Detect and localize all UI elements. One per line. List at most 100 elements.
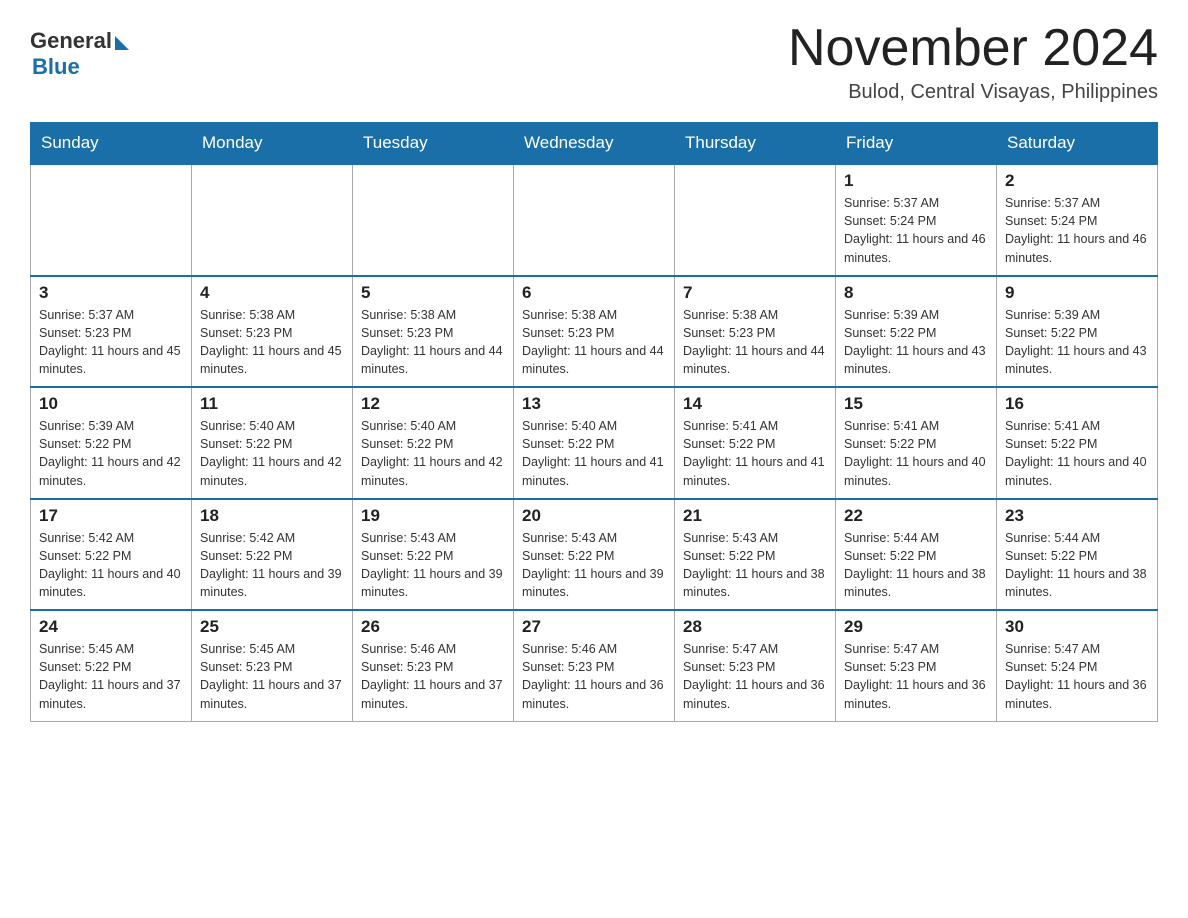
- day-info: Sunrise: 5:38 AMSunset: 5:23 PMDaylight:…: [361, 306, 505, 379]
- calendar-header-row: SundayMondayTuesdayWednesdayThursdayFrid…: [31, 123, 1158, 165]
- calendar-week-row: 24 Sunrise: 5:45 AMSunset: 5:22 PMDayligh…: [31, 610, 1158, 721]
- calendar-cell: [514, 164, 675, 276]
- calendar-cell: 17 Sunrise: 5:42 AMSunset: 5:22 PMDayligh…: [31, 499, 192, 611]
- calendar-cell: 3 Sunrise: 5:37 AMSunset: 5:23 PMDaylight…: [31, 276, 192, 388]
- day-number: 13: [522, 394, 666, 414]
- calendar-cell: [675, 164, 836, 276]
- calendar-cell: 8 Sunrise: 5:39 AMSunset: 5:22 PMDaylight…: [836, 276, 997, 388]
- day-info: Sunrise: 5:45 AMSunset: 5:22 PMDaylight:…: [39, 640, 183, 713]
- day-info: Sunrise: 5:46 AMSunset: 5:23 PMDaylight:…: [361, 640, 505, 713]
- day-info: Sunrise: 5:38 AMSunset: 5:23 PMDaylight:…: [200, 306, 344, 379]
- calendar-cell: 21 Sunrise: 5:43 AMSunset: 5:22 PMDayligh…: [675, 499, 836, 611]
- day-info: Sunrise: 5:47 AMSunset: 5:24 PMDaylight:…: [1005, 640, 1149, 713]
- weekday-header-sunday: Sunday: [31, 123, 192, 165]
- day-number: 8: [844, 283, 988, 303]
- weekday-header-monday: Monday: [192, 123, 353, 165]
- calendar-week-row: 1Sunrise: 5:37 AMSunset: 5:24 PMDaylight…: [31, 164, 1158, 276]
- day-number: 28: [683, 617, 827, 637]
- day-number: 5: [361, 283, 505, 303]
- calendar-week-row: 17 Sunrise: 5:42 AMSunset: 5:22 PMDayligh…: [31, 499, 1158, 611]
- day-info: Sunrise: 5:37 AMSunset: 5:23 PMDaylight:…: [39, 306, 183, 379]
- day-number: 30: [1005, 617, 1149, 637]
- calendar-table: SundayMondayTuesdayWednesdayThursdayFrid…: [30, 122, 1158, 722]
- calendar-cell: 23Sunrise: 5:44 AMSunset: 5:22 PMDayligh…: [997, 499, 1158, 611]
- day-number: 20: [522, 506, 666, 526]
- day-info: Sunrise: 5:43 AMSunset: 5:22 PMDaylight:…: [522, 529, 666, 602]
- day-info: Sunrise: 5:42 AMSunset: 5:22 PMDaylight:…: [200, 529, 344, 602]
- calendar-cell: 15 Sunrise: 5:41 AMSunset: 5:22 PMDayligh…: [836, 387, 997, 499]
- day-number: 9: [1005, 283, 1149, 303]
- weekday-header-friday: Friday: [836, 123, 997, 165]
- day-number: 18: [200, 506, 344, 526]
- calendar-cell: 22 Sunrise: 5:44 AMSunset: 5:22 PMDayligh…: [836, 499, 997, 611]
- day-number: 14: [683, 394, 827, 414]
- day-info: Sunrise: 5:43 AMSunset: 5:22 PMDaylight:…: [683, 529, 827, 602]
- calendar-cell: 24 Sunrise: 5:45 AMSunset: 5:22 PMDayligh…: [31, 610, 192, 721]
- day-info: Sunrise: 5:40 AMSunset: 5:22 PMDaylight:…: [361, 417, 505, 490]
- day-number: 6: [522, 283, 666, 303]
- calendar-cell: 28 Sunrise: 5:47 AMSunset: 5:23 PMDayligh…: [675, 610, 836, 721]
- logo-triangle-icon: [115, 36, 129, 50]
- weekday-header-thursday: Thursday: [675, 123, 836, 165]
- day-number: 7: [683, 283, 827, 303]
- calendar-cell: [192, 164, 353, 276]
- day-number: 4: [200, 283, 344, 303]
- calendar-cell: 19Sunrise: 5:43 AMSunset: 5:22 PMDayligh…: [353, 499, 514, 611]
- logo: General Blue: [30, 28, 129, 80]
- day-number: 27: [522, 617, 666, 637]
- calendar-cell: 11Sunrise: 5:40 AMSunset: 5:22 PMDayligh…: [192, 387, 353, 499]
- day-info: Sunrise: 5:37 AMSunset: 5:24 PMDaylight:…: [844, 194, 988, 267]
- title-section: November 2024 Bulod, Central Visayas, Ph…: [788, 20, 1158, 104]
- calendar-cell: [31, 164, 192, 276]
- weekday-header-saturday: Saturday: [997, 123, 1158, 165]
- calendar-cell: 25 Sunrise: 5:45 AMSunset: 5:23 PMDayligh…: [192, 610, 353, 721]
- location-title: Bulod, Central Visayas, Philippines: [788, 81, 1158, 104]
- calendar-cell: 18 Sunrise: 5:42 AMSunset: 5:22 PMDayligh…: [192, 499, 353, 611]
- day-info: Sunrise: 5:37 AMSunset: 5:24 PMDaylight:…: [1005, 194, 1149, 267]
- calendar-cell: 1Sunrise: 5:37 AMSunset: 5:24 PMDaylight…: [836, 164, 997, 276]
- calendar-cell: 16Sunrise: 5:41 AMSunset: 5:22 PMDayligh…: [997, 387, 1158, 499]
- page-header: General Blue November 2024 Bulod, Centra…: [30, 20, 1158, 104]
- day-number: 3: [39, 283, 183, 303]
- day-number: 15: [844, 394, 988, 414]
- day-info: Sunrise: 5:40 AMSunset: 5:22 PMDaylight:…: [200, 417, 344, 490]
- calendar-cell: 13 Sunrise: 5:40 AMSunset: 5:22 PMDayligh…: [514, 387, 675, 499]
- calendar-cell: 2 Sunrise: 5:37 AMSunset: 5:24 PMDaylight…: [997, 164, 1158, 276]
- day-number: 24: [39, 617, 183, 637]
- day-info: Sunrise: 5:46 AMSunset: 5:23 PMDaylight:…: [522, 640, 666, 713]
- calendar-cell: 26 Sunrise: 5:46 AMSunset: 5:23 PMDayligh…: [353, 610, 514, 721]
- calendar-cell: 4 Sunrise: 5:38 AMSunset: 5:23 PMDaylight…: [192, 276, 353, 388]
- day-number: 26: [361, 617, 505, 637]
- calendar-cell: 27 Sunrise: 5:46 AMSunset: 5:23 PMDayligh…: [514, 610, 675, 721]
- logo-blue-text: Blue: [32, 54, 80, 80]
- day-info: Sunrise: 5:45 AMSunset: 5:23 PMDaylight:…: [200, 640, 344, 713]
- day-number: 12: [361, 394, 505, 414]
- calendar-week-row: 10Sunrise: 5:39 AMSunset: 5:22 PMDayligh…: [31, 387, 1158, 499]
- day-number: 2: [1005, 171, 1149, 191]
- day-info: Sunrise: 5:47 AMSunset: 5:23 PMDaylight:…: [683, 640, 827, 713]
- day-number: 29: [844, 617, 988, 637]
- day-number: 17: [39, 506, 183, 526]
- day-info: Sunrise: 5:42 AMSunset: 5:22 PMDaylight:…: [39, 529, 183, 602]
- weekday-header-wednesday: Wednesday: [514, 123, 675, 165]
- day-number: 21: [683, 506, 827, 526]
- calendar-cell: 12 Sunrise: 5:40 AMSunset: 5:22 PMDayligh…: [353, 387, 514, 499]
- day-number: 22: [844, 506, 988, 526]
- calendar-cell: [353, 164, 514, 276]
- day-info: Sunrise: 5:44 AMSunset: 5:22 PMDaylight:…: [844, 529, 988, 602]
- calendar-cell: 14 Sunrise: 5:41 AMSunset: 5:22 PMDayligh…: [675, 387, 836, 499]
- calendar-cell: 5 Sunrise: 5:38 AMSunset: 5:23 PMDaylight…: [353, 276, 514, 388]
- day-info: Sunrise: 5:39 AMSunset: 5:22 PMDaylight:…: [844, 306, 988, 379]
- day-info: Sunrise: 5:41 AMSunset: 5:22 PMDaylight:…: [683, 417, 827, 490]
- day-info: Sunrise: 5:41 AMSunset: 5:22 PMDaylight:…: [844, 417, 988, 490]
- day-number: 19: [361, 506, 505, 526]
- day-number: 16: [1005, 394, 1149, 414]
- day-number: 25: [200, 617, 344, 637]
- calendar-week-row: 3 Sunrise: 5:37 AMSunset: 5:23 PMDaylight…: [31, 276, 1158, 388]
- month-title: November 2024: [788, 20, 1158, 77]
- calendar-cell: 20 Sunrise: 5:43 AMSunset: 5:22 PMDayligh…: [514, 499, 675, 611]
- logo-general-text: General: [30, 28, 112, 54]
- day-info: Sunrise: 5:40 AMSunset: 5:22 PMDaylight:…: [522, 417, 666, 490]
- day-info: Sunrise: 5:39 AMSunset: 5:22 PMDaylight:…: [39, 417, 183, 490]
- calendar-cell: 29Sunrise: 5:47 AMSunset: 5:23 PMDayligh…: [836, 610, 997, 721]
